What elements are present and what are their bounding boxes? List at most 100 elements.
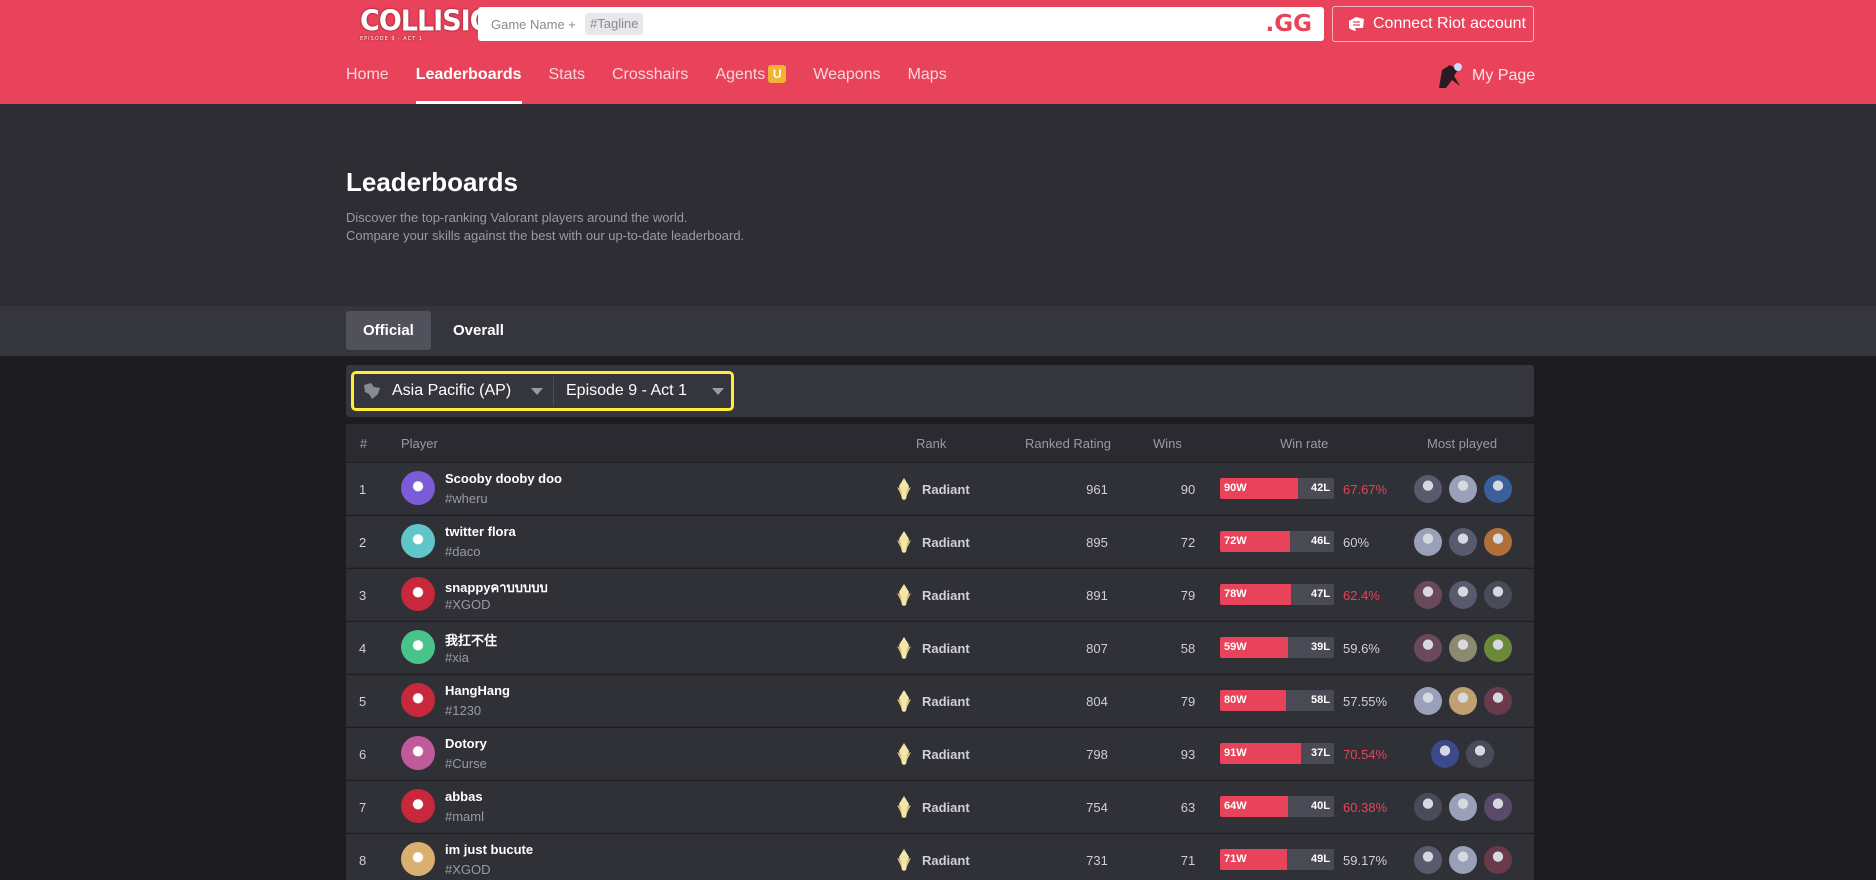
table-row[interactable]: 1 Scooby dooby doo #wheru Radiant 961 90 90W 42… — [346, 462, 1534, 514]
wins-value: 79 — [1180, 588, 1196, 603]
agent-portrait-icon — [1449, 687, 1477, 715]
player-tag: #1230 — [445, 703, 482, 718]
win-loss-bar: 71W 49L — [1220, 849, 1334, 870]
agent-portrait-icon — [1484, 528, 1512, 556]
player-avatar[interactable] — [401, 789, 435, 823]
wins-value: 71 — [1180, 853, 1196, 868]
page-description-line2: Compare your skills against the best wit… — [346, 228, 745, 243]
player-name-link[interactable]: 我扛不住 — [445, 630, 497, 649]
nav-home[interactable]: Home — [346, 60, 389, 104]
table-row[interactable]: 6 Dotory #Curse Radiant 798 93 91W 37L 70.54% — [346, 727, 1534, 779]
wins-count: 91W — [1224, 747, 1247, 759]
win-rate-value: 62.4% — [1343, 588, 1380, 603]
agent-portrait-icon — [1414, 846, 1442, 874]
page-description-line1: Discover the top-ranking Valorant player… — [346, 210, 688, 225]
player-avatar[interactable] — [401, 842, 435, 876]
player-avatar[interactable] — [401, 577, 435, 611]
table-row[interactable]: 4 我扛不住 #xia Radiant 807 58 59W 39L 59.6% — [346, 621, 1534, 673]
player-avatar[interactable] — [401, 524, 435, 558]
wins-count: 59W — [1224, 641, 1247, 653]
episode-value: Episode 9 - Act 1 — [566, 382, 687, 399]
ranked-rating-value: 895 — [1086, 535, 1108, 550]
agent-portrait-icon — [1466, 740, 1494, 768]
table-row[interactable]: 8 im just bucute #XGOD Radiant 731 71 71W 49L 59… — [346, 833, 1534, 880]
win-loss-bar: 78W 47L — [1220, 584, 1334, 605]
radiant-rank-icon — [897, 690, 911, 712]
collision-logo[interactable]: COLLISION EPISODE 9 · ACT 1 — [360, 0, 514, 45]
wins-value: 93 — [1180, 747, 1196, 762]
filter-bar: Asia Pacific (AP) Episode 9 - Act 1 — [346, 365, 1534, 417]
col-rank-number: # — [360, 436, 368, 451]
table-row[interactable]: 7 abbas #maml Radiant 754 63 64W 40L 60.38% — [346, 780, 1534, 832]
row-rank-number: 1 — [359, 482, 367, 497]
player-name-link[interactable]: Scooby dooby doo — [445, 471, 562, 486]
nav-leaderboards-label: Leaderboards — [415, 66, 522, 83]
table-row[interactable]: 2 twitter flora #daco Radiant 895 72 72W 46L 60% — [346, 515, 1534, 567]
player-avatar[interactable] — [401, 471, 435, 505]
agent-portrait-icon — [1414, 581, 1442, 609]
col-wins: Wins — [1153, 436, 1182, 451]
rank-label: Radiant — [922, 853, 970, 868]
episode-dropdown[interactable]: Episode 9 - Act 1 — [566, 374, 726, 408]
table-row[interactable]: 5 HangHang #1230 Radiant 804 79 80W 58L 57.55% — [346, 674, 1534, 726]
player-avatar[interactable] — [401, 630, 435, 664]
riot-fist-icon — [1349, 17, 1364, 31]
player-name-link[interactable]: im just bucute — [445, 842, 533, 857]
row-rank-number: 5 — [359, 694, 367, 709]
update-badge: U — [768, 65, 787, 83]
nav-crosshairs[interactable]: Crosshairs — [612, 60, 688, 104]
tab-overall[interactable]: Overall — [436, 311, 521, 350]
most-played-agents — [1414, 528, 1524, 556]
radiant-rank-icon — [897, 531, 911, 553]
row-rank-number: 8 — [359, 853, 367, 868]
player-search-input[interactable]: Game Name + #Tagline .GG — [478, 7, 1324, 41]
nav-maps[interactable]: Maps — [908, 60, 947, 104]
nav-leaderboards[interactable]: Leaderboards — [415, 60, 522, 104]
search-gg-button[interactable]: .GG — [1266, 11, 1313, 37]
col-win-rate: Win rate — [1280, 436, 1329, 451]
wins-count: 80W — [1224, 694, 1247, 706]
rank-label: Radiant — [922, 800, 970, 815]
agent-portrait-icon — [1414, 634, 1442, 662]
player-tag: #maml — [445, 809, 485, 824]
user-avatar-icon — [1439, 63, 1462, 88]
player-tag: #XGOD — [445, 862, 491, 877]
player-avatar[interactable] — [401, 683, 435, 717]
connect-riot-label: Connect Riot account — [1373, 15, 1526, 32]
agent-portrait-icon — [1414, 475, 1442, 503]
table-row[interactable]: 3 snappyคาบบบบบ #XGOD Radiant 891 79 78W 47L 62.… — [346, 568, 1534, 620]
wins-count: 90W — [1224, 482, 1247, 494]
my-page-link[interactable]: My Page — [1436, 62, 1535, 90]
connect-riot-button[interactable]: Connect Riot account — [1332, 6, 1534, 42]
ranked-rating-value: 804 — [1086, 694, 1108, 709]
my-page-label: My Page — [1472, 67, 1536, 84]
player-name-link[interactable]: HangHang — [445, 683, 510, 698]
rank-label: Radiant — [922, 535, 970, 550]
agent-portrait-icon — [1484, 846, 1512, 874]
player-name-link[interactable]: twitter flora — [445, 524, 516, 539]
player-name-link[interactable]: snappyคาบบบบบ — [445, 577, 548, 598]
player-tag: #Curse — [445, 756, 487, 771]
radiant-rank-icon — [897, 584, 911, 606]
nav-stats-label: Stats — [548, 66, 585, 83]
wins-value: 72 — [1180, 535, 1196, 550]
nav-stats[interactable]: Stats — [549, 60, 585, 104]
losses-count: 58L — [1311, 694, 1330, 706]
leaderboard-table: # Player Rank Ranked Rating Wins Win rat… — [346, 424, 1534, 880]
nav-home-label: Home — [346, 66, 389, 83]
rank-label: Radiant — [922, 588, 970, 603]
most-played-agents — [1414, 581, 1524, 609]
hero-section: Leaderboards Discover the top-ranking Va… — [0, 104, 1876, 306]
wins-count: 71W — [1224, 853, 1247, 865]
region-dropdown[interactable]: Asia Pacific (AP) — [362, 374, 552, 408]
losses-count: 40L — [1311, 800, 1330, 812]
agent-portrait-icon — [1449, 528, 1477, 556]
tab-official[interactable]: Official — [346, 311, 431, 350]
player-name-link[interactable]: abbas — [445, 789, 483, 804]
player-name-link[interactable]: Dotory — [445, 736, 487, 751]
nav-agents[interactable]: Agents U — [715, 60, 787, 104]
ranked-rating-value: 961 — [1086, 482, 1108, 497]
agent-portrait-icon — [1449, 475, 1477, 503]
nav-weapons[interactable]: Weapons — [813, 60, 880, 104]
player-avatar[interactable] — [401, 736, 435, 770]
